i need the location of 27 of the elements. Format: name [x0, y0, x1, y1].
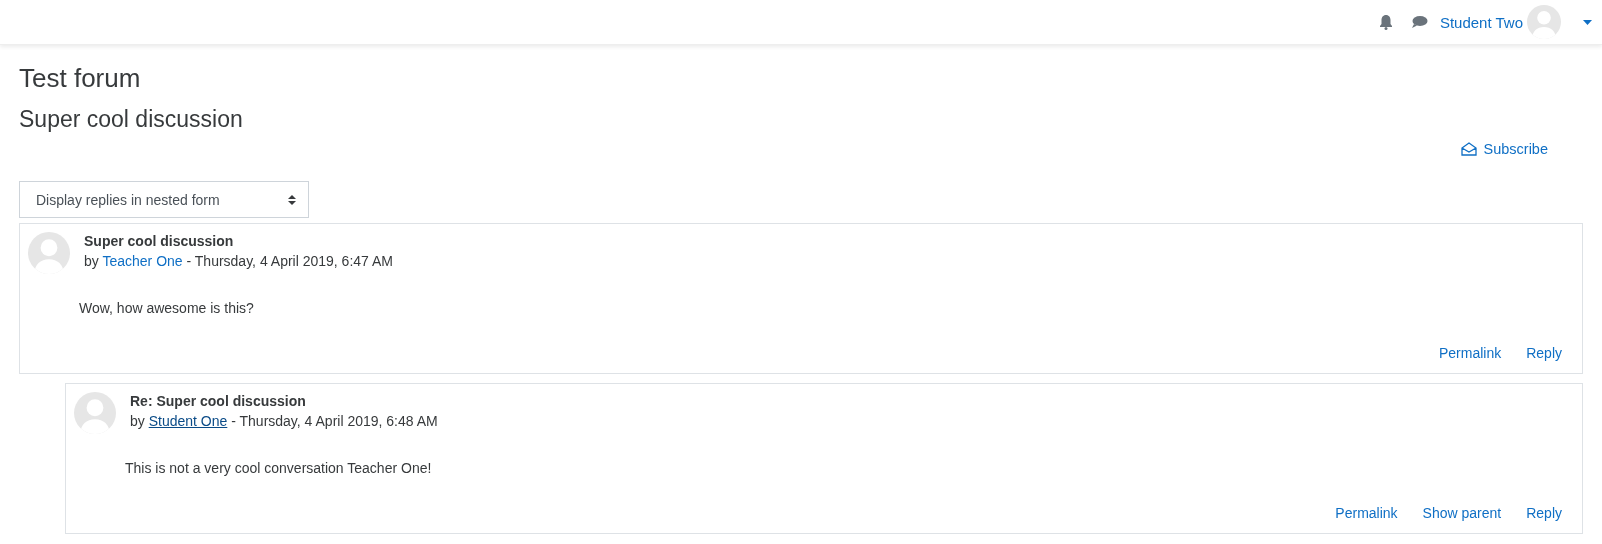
post-action-link[interactable]: Permalink	[1335, 505, 1398, 521]
user-name[interactable]: Student Two	[1439, 13, 1523, 31]
post-message: Wow, how awesome is this?	[79, 300, 255, 316]
author-link[interactable]: Teacher One	[102, 253, 183, 269]
discussion-title: Super cool discussion	[19, 106, 243, 133]
sort-arrows-icon	[288, 193, 296, 206]
author-link[interactable]: Student One	[148, 413, 228, 429]
post-action-link[interactable]: Permalink	[1438, 345, 1502, 361]
by-label: by	[130, 413, 145, 429]
bell-icon[interactable]	[1378, 14, 1393, 30]
avatar-icon	[28, 232, 70, 274]
subscribe-link[interactable]: Subscribe	[1460, 141, 1548, 157]
caret-icon[interactable]	[1583, 19, 1592, 25]
chat-icon[interactable]	[1410, 15, 1428, 29]
avatar-icon	[74, 392, 116, 434]
post-date: - Thursday, 4 April 2019, 6:47 AM	[186, 253, 393, 269]
display-mode-select[interactable]: Display replies in nested form	[19, 181, 309, 218]
post-date: - Thursday, 4 April 2019, 6:48 AM	[231, 413, 438, 429]
post-subject: Re: Super cool discussion	[130, 393, 307, 409]
post-action-link[interactable]: Show parent	[1422, 505, 1502, 521]
by-label: by	[84, 253, 99, 269]
post-action-link[interactable]: Reply	[1526, 505, 1562, 521]
envelope-icon	[1460, 142, 1477, 156]
post-subject: Super cool discussion	[84, 233, 235, 249]
forum-title: Test forum	[19, 63, 142, 94]
post-message: This is not a very cool conversation Teacher One!	[125, 460, 433, 476]
post-action-link[interactable]: Reply	[1526, 345, 1562, 361]
